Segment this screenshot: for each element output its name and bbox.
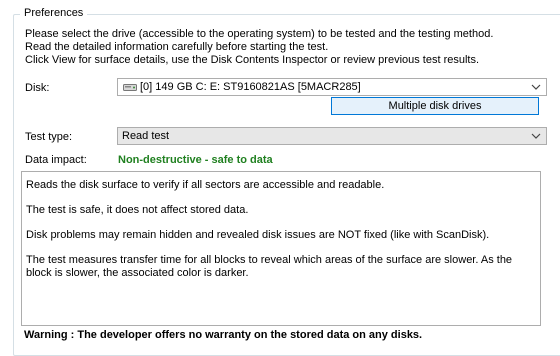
test-type-label: Test type: [25, 131, 73, 143]
disk-select-value: [0] 149 GB C: E: ST9160821AS [5MACR285] [140, 81, 361, 93]
data-impact-value: Non-destructive - safe to data [118, 154, 273, 166]
description-paragraph: Reads the disk surface to verify if all … [26, 179, 385, 191]
multiple-disk-drives-button[interactable]: Multiple disk drives [331, 97, 539, 115]
description-paragraph: The test is safe, it does not affect sto… [26, 204, 249, 216]
intro-line: Read the detailed information carefully … [25, 41, 329, 53]
warning-text: Warning : The developer offers no warran… [24, 329, 423, 341]
test-type-select-value: Read test [122, 130, 170, 142]
intro-text: Please select the drive (accessible to t… [25, 28, 493, 67]
preferences-title: Preferences [20, 7, 88, 19]
test-type-select[interactable]: Read test [117, 127, 547, 145]
hard-disk-icon [123, 84, 137, 91]
test-description-box[interactable]: Reads the disk surface to verify if all … [21, 171, 541, 326]
intro-line: Click View for surface details, use the … [25, 54, 480, 66]
description-paragraph: The test measures transfer time for all … [26, 254, 513, 279]
intro-line: Please select the drive (accessible to t… [25, 28, 494, 40]
disk-select[interactable]: [0] 149 GB C: E: ST9160821AS [5MACR285] [117, 78, 547, 96]
chevron-down-icon [531, 133, 541, 139]
disk-label: Disk: [25, 82, 50, 94]
chevron-down-icon [531, 84, 541, 90]
description-paragraph: Disk problems may remain hidden and reve… [26, 229, 490, 241]
data-impact-label: Data impact: [25, 154, 87, 166]
